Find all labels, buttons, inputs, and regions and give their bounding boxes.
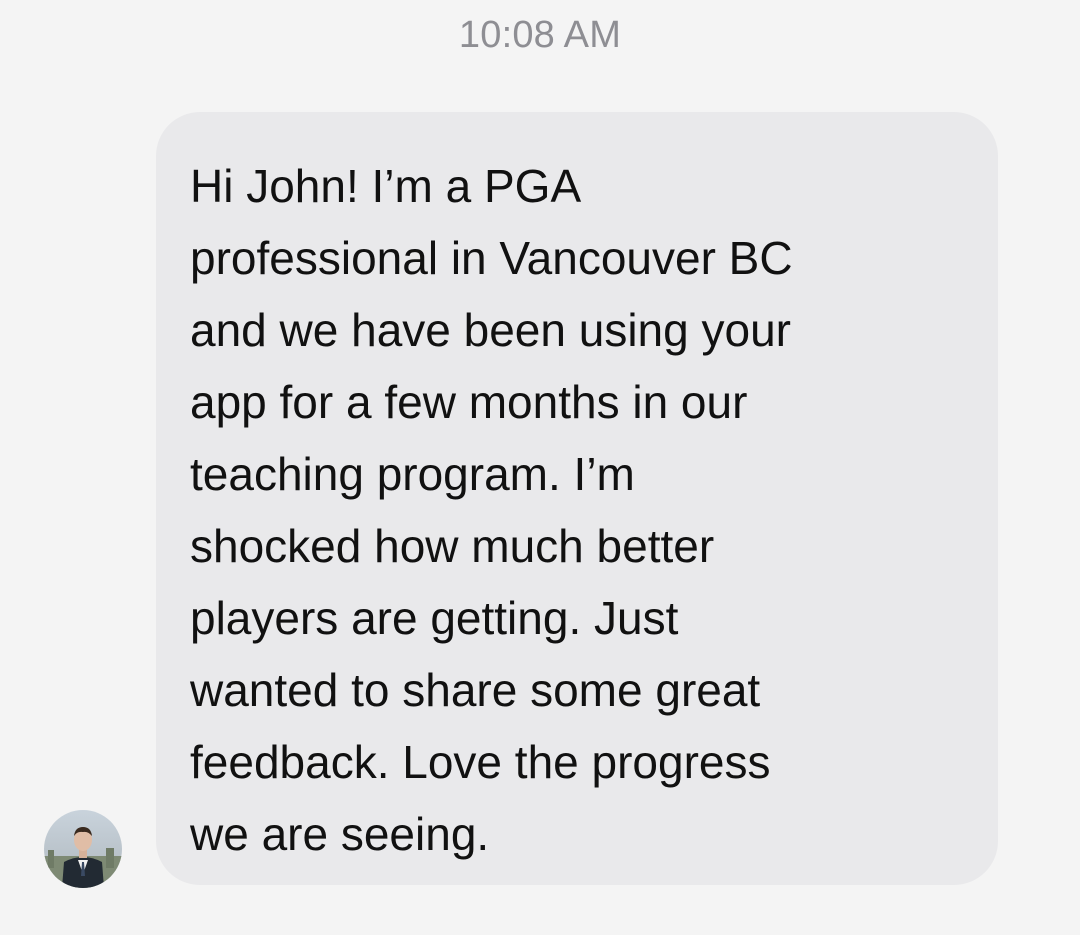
incoming-message-bubble[interactable]: Hi John! I’m a PGA professional in Vanco… [156,112,998,885]
message-text-line: teaching program. I’m [190,448,635,500]
message-text-line: shocked how much better [190,520,715,572]
message-text-line: app for a few months in our [190,376,748,428]
message-text-line: Hi John! I’m a PGA [190,160,582,212]
person-avatar-icon [44,810,122,888]
message-text-line: professional in Vancouver BC [190,232,793,284]
message-timestamp: 10:08 AM [458,14,622,56]
message-text-line: feedback. Love the progress [190,736,771,788]
message-text-line: players are getting. Just [190,592,679,644]
message-text-line: and we have been using your [190,304,791,356]
message-text-line: we are seeing. [190,808,490,860]
sender-avatar[interactable] [44,810,122,888]
message-text-line: wanted to share some great [190,664,761,716]
